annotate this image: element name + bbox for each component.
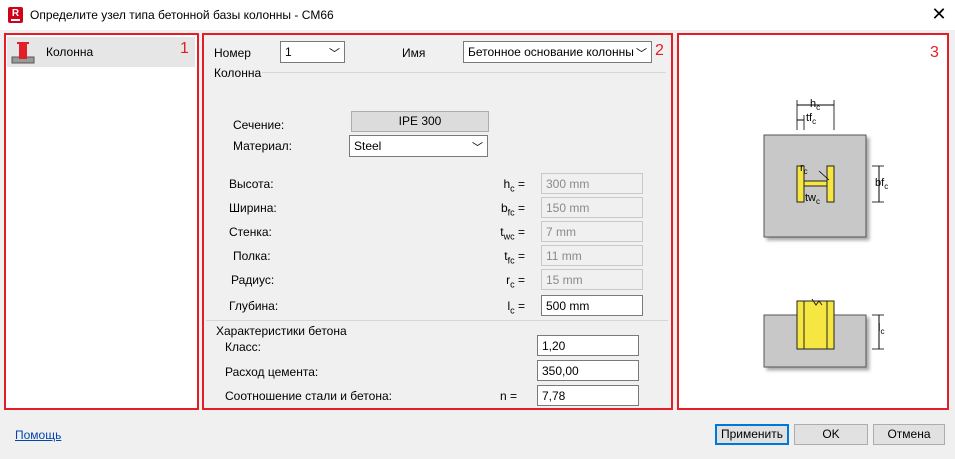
panel-2-number: 2 — [655, 42, 664, 59]
cancel-button[interactable]: Отмена — [873, 424, 945, 445]
ok-button[interactable]: OK — [794, 424, 868, 445]
apply-button[interactable]: Применить — [715, 424, 789, 445]
panel-1-number: 1 — [180, 40, 189, 57]
app-icon-letter: R — [11, 8, 20, 19]
panel-2-highlight — [202, 33, 673, 410]
help-link[interactable]: Помощь — [15, 428, 61, 442]
panel-3-number: 3 — [930, 44, 939, 61]
app-icon: R — [8, 7, 23, 23]
panel-3-highlight — [677, 33, 949, 410]
panel-1-highlight — [4, 33, 199, 410]
window-title: Определите узел типа бетонной базы колон… — [30, 8, 334, 22]
close-icon[interactable]: ✕ — [929, 4, 949, 24]
